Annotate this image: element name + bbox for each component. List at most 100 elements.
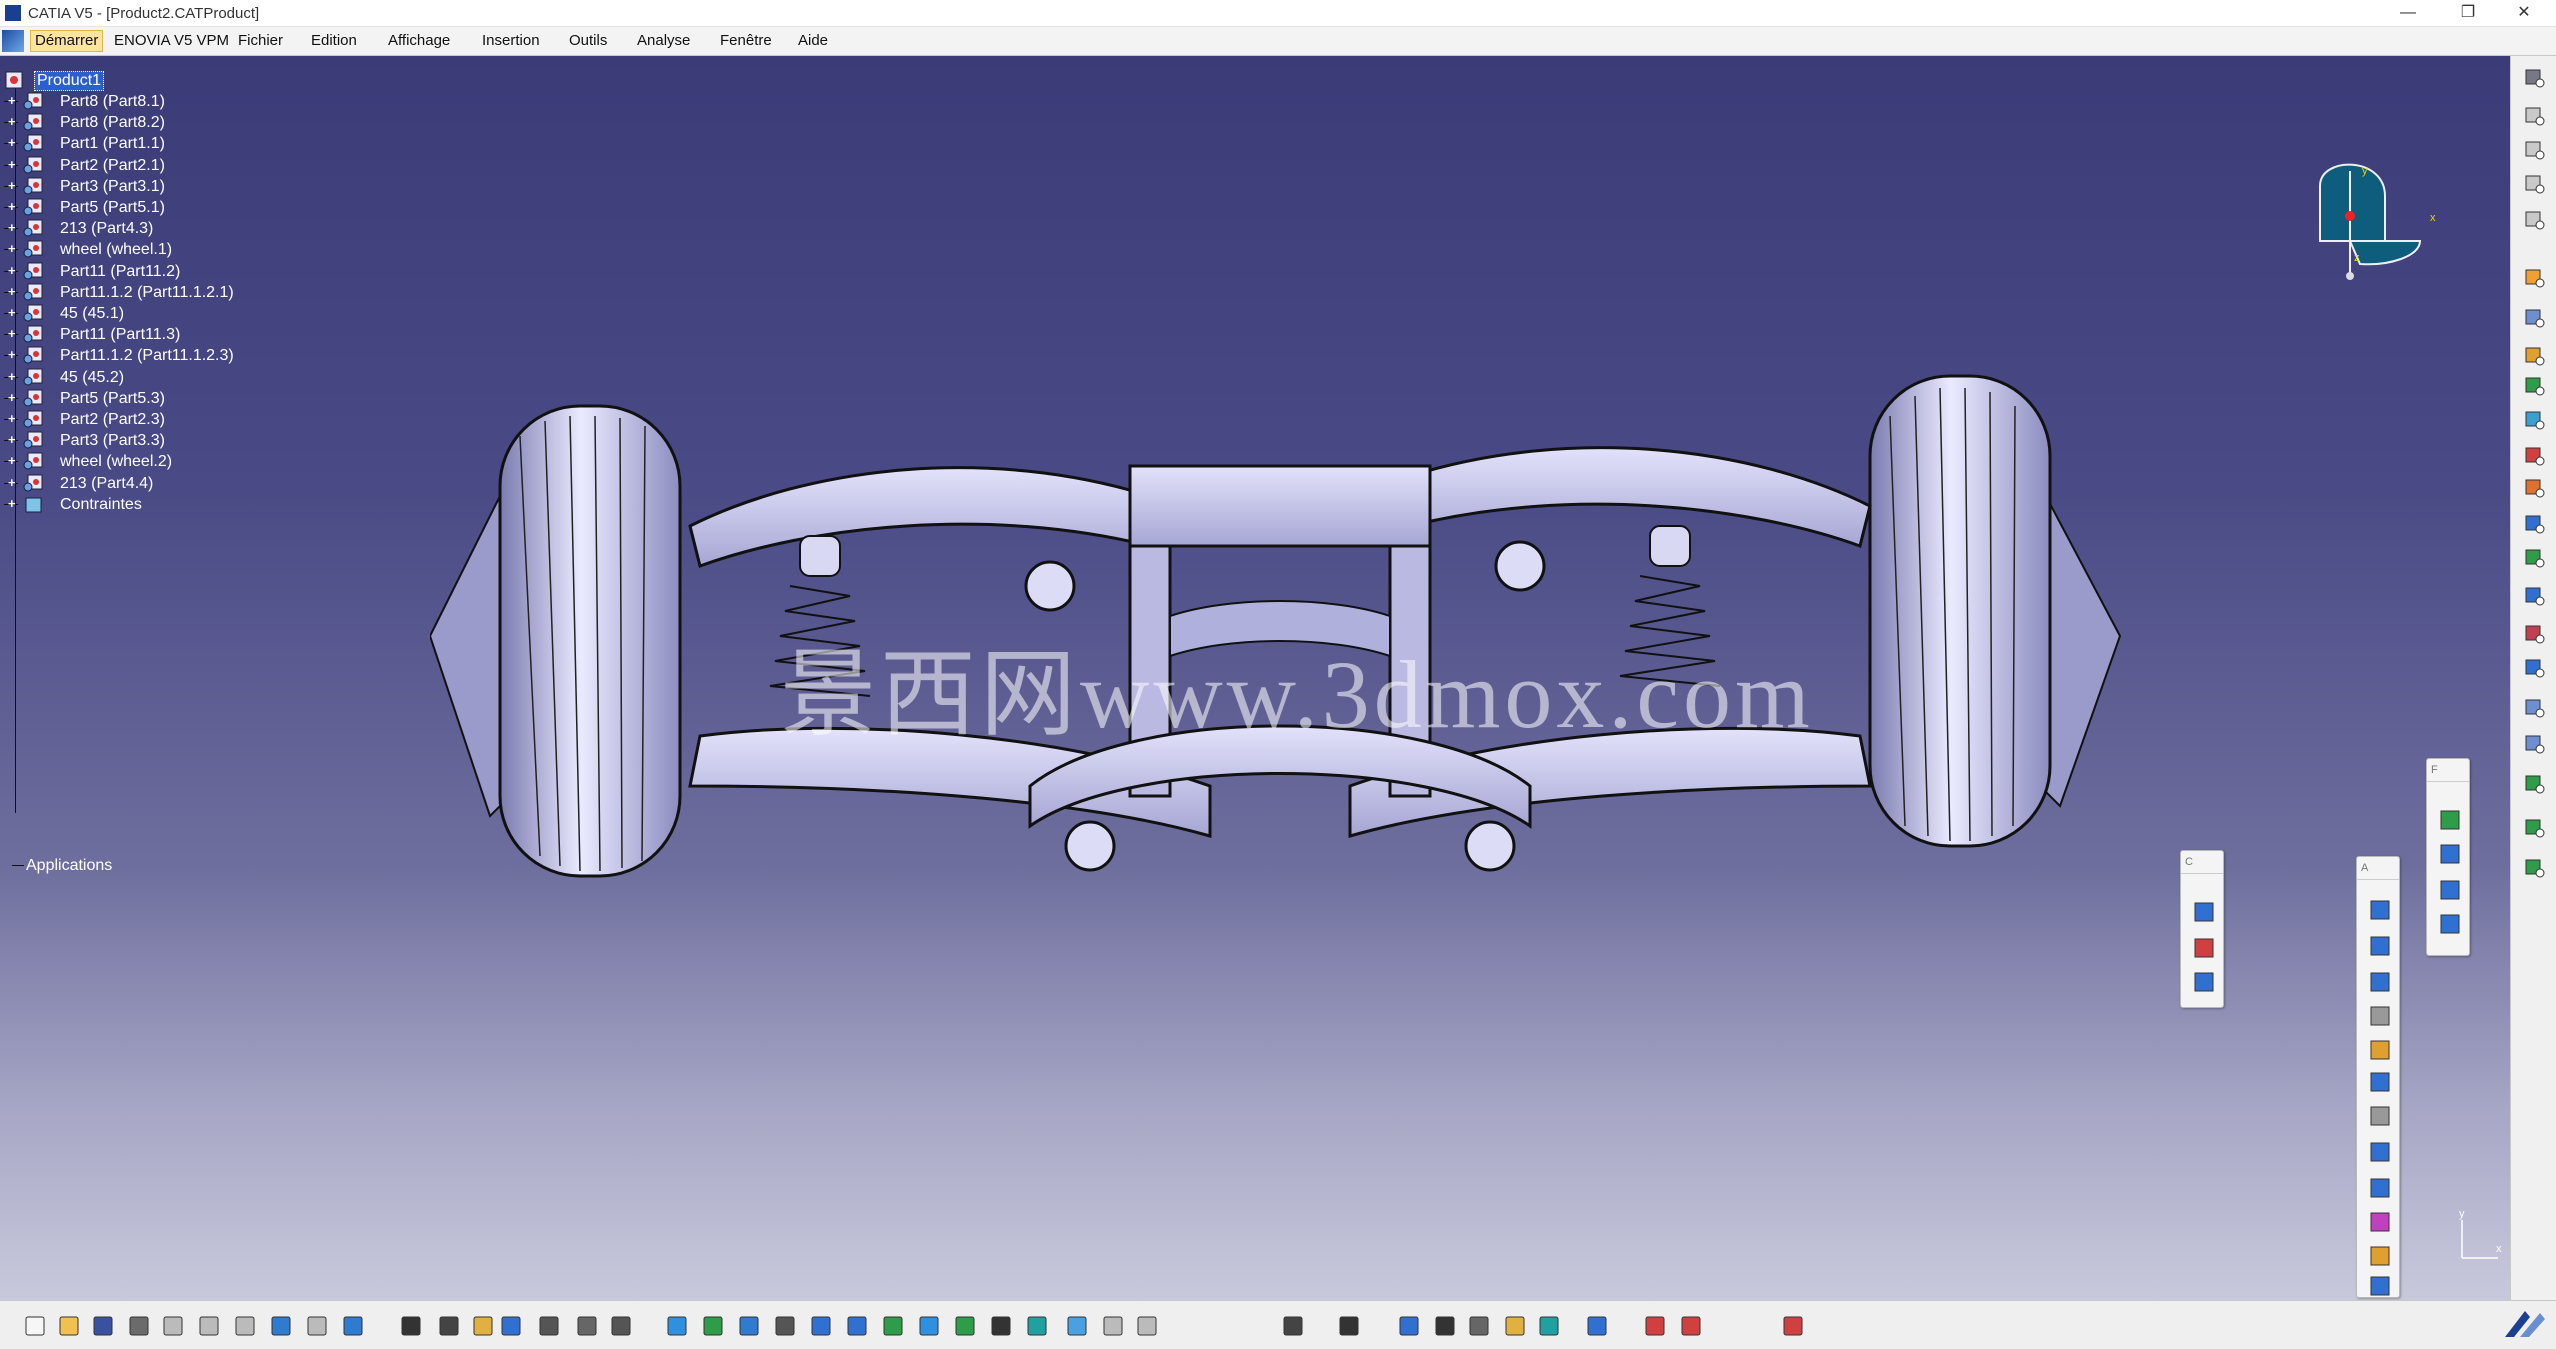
expand-icon[interactable]: + <box>8 200 20 213</box>
menu-outils[interactable]: Outils <box>565 31 611 51</box>
table-icon[interactable] <box>498 1313 524 1339</box>
paste-icon[interactable] <box>232 1313 258 1339</box>
whats-this-icon[interactable] <box>340 1313 366 1339</box>
floating-tool-icon[interactable] <box>2437 841 2463 867</box>
menu-insertion[interactable]: Insertion <box>478 31 544 51</box>
cut-select-icon[interactable] <box>1134 1313 1160 1339</box>
fix-icon[interactable] <box>2523 374 2547 398</box>
constraint-icon[interactable] <box>2523 344 2547 368</box>
floating-tool-icon[interactable] <box>2367 1069 2393 1095</box>
expand-icon[interactable]: + <box>8 454 20 467</box>
formula-icon[interactable] <box>398 1313 424 1339</box>
annotation-icon[interactable] <box>2523 816 2547 840</box>
normal-view-icon[interactable] <box>880 1313 906 1339</box>
offset-icon[interactable] <box>2523 476 2547 500</box>
angle-icon[interactable] <box>2523 512 2547 536</box>
menu-demarrer[interactable]: Démarrer <box>30 30 104 52</box>
shading-icon[interactable] <box>988 1313 1014 1339</box>
floating-tool-icon[interactable] <box>2437 807 2463 833</box>
contact-icon[interactable] <box>2523 444 2547 468</box>
floating-tool-icon[interactable] <box>2367 897 2393 923</box>
knowledge-icon[interactable] <box>436 1313 462 1339</box>
snap-icon[interactable] <box>1432 1313 1458 1339</box>
expand-icon[interactable]: + <box>8 285 20 298</box>
open-icon[interactable] <box>56 1313 82 1339</box>
floating-tool-icon[interactable] <box>2191 935 2217 961</box>
floating-toolbar-header[interactable]: F <box>2427 759 2469 782</box>
product-icon[interactable] <box>2523 138 2547 162</box>
print-icon[interactable] <box>126 1313 152 1339</box>
menu-enovia[interactable]: ENOVIA V5 VPM <box>110 31 233 51</box>
floating-tool-icon[interactable] <box>2367 1037 2393 1063</box>
floating-tool-icon[interactable] <box>2367 1243 2393 1269</box>
toolbox-icon[interactable] <box>608 1313 634 1339</box>
menu-fenetre[interactable]: Fenêtre <box>716 31 776 51</box>
expand-icon[interactable]: + <box>8 115 20 128</box>
fit-all-icon[interactable] <box>700 1313 726 1339</box>
measure-icon[interactable] <box>2523 656 2547 680</box>
floating-tool-icon[interactable] <box>2367 1103 2393 1129</box>
params-icon[interactable] <box>536 1313 562 1339</box>
scene-icon[interactable] <box>2523 856 2547 880</box>
3d-viewport[interactable]: Product1 + Part8 (Part8.1) + Part8 (Part8.2… <box>0 56 2510 1300</box>
minimize-button[interactable]: — <box>2380 0 2436 26</box>
cut-icon[interactable] <box>160 1313 186 1339</box>
maximize-button[interactable]: ❐ <box>2440 0 2496 26</box>
measure-icon[interactable] <box>1336 1313 1362 1339</box>
clash-icon[interactable] <box>2523 306 2547 330</box>
expand-icon[interactable]: + <box>8 264 20 277</box>
expand-icon[interactable]: + <box>8 179 20 192</box>
floating-tool-icon[interactable] <box>2191 969 2217 995</box>
snap-icon[interactable] <box>2523 66 2547 90</box>
explode-icon[interactable] <box>2523 266 2547 290</box>
swap-icon[interactable] <box>1064 1313 1090 1339</box>
arrange-icon[interactable] <box>1396 1313 1422 1339</box>
pan-icon[interactable] <box>736 1313 762 1339</box>
multi-view-icon[interactable] <box>916 1313 942 1339</box>
lock-icon[interactable] <box>574 1313 600 1339</box>
menu-aide[interactable]: Aide <box>794 31 832 51</box>
floating-tool-icon[interactable] <box>2367 1175 2393 1201</box>
render-icon[interactable] <box>2523 772 2547 796</box>
explode-icon[interactable] <box>1502 1313 1528 1339</box>
hide-show-icon[interactable] <box>1024 1313 1050 1339</box>
zoom-in-icon[interactable] <box>808 1313 834 1339</box>
floating-tool-icon[interactable] <box>2367 1139 2393 1165</box>
expand-icon[interactable]: + <box>8 412 20 425</box>
move-icon[interactable] <box>2523 208 2547 232</box>
menu-affichage[interactable]: Affichage <box>384 31 454 51</box>
floating-tool-icon[interactable] <box>2367 1003 2393 1029</box>
menu-edition[interactable]: Edition <box>307 31 361 51</box>
expand-icon[interactable]: + <box>8 94 20 107</box>
compass-icon[interactable]: y x z <box>2310 156 2440 286</box>
knowledge-icon[interactable] <box>2523 732 2547 756</box>
expand-icon[interactable]: + <box>8 136 20 149</box>
expand-icon[interactable]: + <box>8 391 20 404</box>
save-icon[interactable] <box>90 1313 116 1339</box>
expand-icon[interactable]: + <box>8 476 20 489</box>
zoom-out-icon[interactable] <box>844 1313 870 1339</box>
catalog-icon[interactable] <box>2523 584 2547 608</box>
camera-icon[interactable] <box>1280 1313 1306 1339</box>
floating-tool-icon[interactable] <box>2437 911 2463 937</box>
menu-analyse[interactable]: Analyse <box>633 31 694 51</box>
help-icon[interactable] <box>470 1313 496 1339</box>
floating-toolbar-header[interactable]: C <box>2181 851 2223 874</box>
update-icon[interactable] <box>2523 546 2547 570</box>
floating-tool-icon[interactable] <box>2367 969 2393 995</box>
assembly-icon[interactable] <box>2523 172 2547 196</box>
floating-tool-icon[interactable] <box>2367 1273 2393 1299</box>
expand-icon[interactable]: + <box>8 242 20 255</box>
new-icon[interactable] <box>22 1313 48 1339</box>
coincidence-icon[interactable] <box>2523 408 2547 432</box>
expand-icon[interactable]: + <box>8 221 20 234</box>
menu-fichier[interactable]: Fichier <box>234 31 287 51</box>
redo-icon[interactable] <box>304 1313 330 1339</box>
floating-tool-icon[interactable] <box>2437 877 2463 903</box>
manipulate-icon[interactable] <box>1466 1313 1492 1339</box>
floating-tool-icon[interactable] <box>2367 933 2393 959</box>
iso-view-icon[interactable] <box>952 1313 978 1339</box>
close-button[interactable]: ✕ <box>2496 0 2552 26</box>
expand-icon[interactable]: + <box>8 158 20 171</box>
expand-icon[interactable]: + <box>8 370 20 383</box>
